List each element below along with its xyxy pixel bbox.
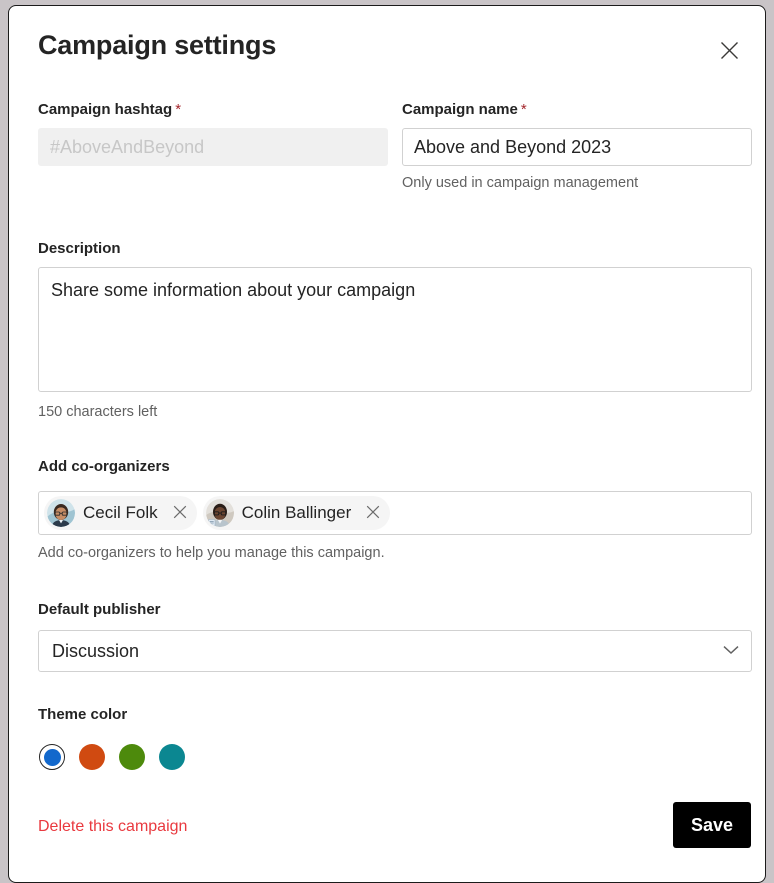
required-asterisk: * — [521, 101, 527, 118]
chevron-down-icon — [723, 642, 739, 660]
default-publisher-value: Discussion — [52, 641, 139, 662]
theme-color-swatches — [39, 744, 185, 770]
campaign-name-input[interactable] — [402, 128, 752, 166]
campaign-hashtag-input[interactable] — [38, 128, 388, 166]
close-icon — [366, 505, 380, 522]
person-name: Cecil Folk — [83, 503, 158, 523]
page-title: Campaign settings — [38, 30, 276, 61]
remove-person-button[interactable] — [166, 499, 194, 527]
close-button[interactable] — [711, 32, 747, 68]
description-textarea[interactable]: Share some information about your campai… — [38, 267, 752, 392]
description-character-counter: 150 characters left — [38, 404, 157, 420]
coorganizers-label: Add co-organizers — [38, 458, 170, 475]
theme-swatch-blue[interactable] — [39, 744, 65, 770]
close-icon — [173, 505, 187, 522]
close-icon — [720, 41, 739, 60]
campaign-hashtag-label: Campaign hashtag* — [38, 101, 181, 118]
theme-color-label: Theme color — [38, 706, 127, 723]
theme-swatch-blue-dot — [44, 749, 61, 766]
required-asterisk: * — [175, 101, 181, 118]
theme-swatch-green[interactable] — [119, 744, 145, 770]
campaign-settings-dialog: Campaign settings Campaign hashtag* Camp… — [8, 5, 766, 883]
avatar — [206, 499, 234, 527]
remove-person-button[interactable] — [359, 499, 387, 527]
description-label: Description — [38, 240, 121, 257]
theme-swatch-orange[interactable] — [79, 744, 105, 770]
person-pill[interactable]: Colin Ballinger — [203, 496, 391, 530]
coorganizers-hint: Add co-organizers to help you manage thi… — [38, 545, 385, 561]
person-pill[interactable]: Cecil Folk — [44, 496, 197, 530]
campaign-name-hint: Only used in campaign management — [402, 175, 638, 191]
avatar — [47, 499, 75, 527]
theme-swatch-teal[interactable] — [159, 744, 185, 770]
default-publisher-dropdown[interactable]: Discussion — [38, 630, 752, 672]
person-name: Colin Ballinger — [242, 503, 352, 523]
default-publisher-label: Default publisher — [38, 601, 161, 618]
coorganizers-picker[interactable]: Cecil Folk — [38, 491, 752, 535]
delete-campaign-link[interactable]: Delete this campaign — [38, 818, 187, 836]
campaign-name-label: Campaign name* — [402, 101, 527, 118]
save-button[interactable]: Save — [673, 802, 751, 848]
